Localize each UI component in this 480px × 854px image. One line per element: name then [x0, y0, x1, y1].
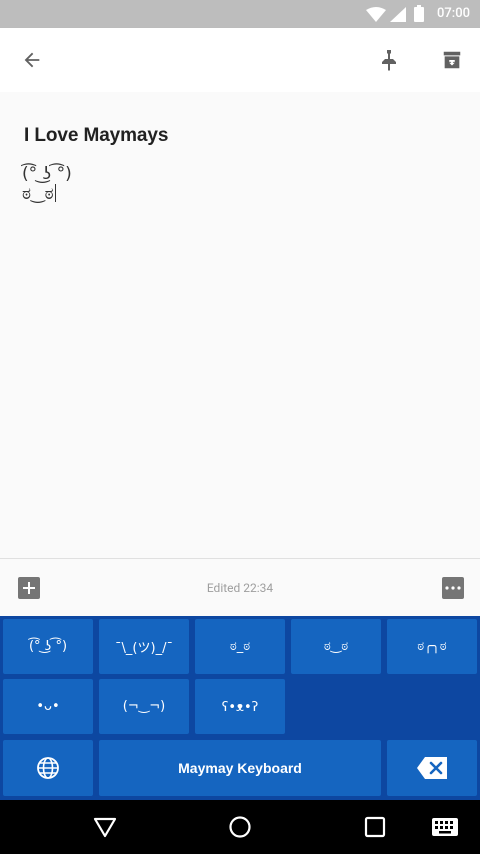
key-frown-disapproval[interactable]: ಠ╭╮ಠ — [387, 619, 477, 674]
square-recents-icon — [364, 816, 386, 838]
signal-icon — [390, 7, 406, 22]
key-smile-disapproval[interactable]: ಠ‿ಠ — [291, 619, 381, 674]
nav-home-button[interactable] — [225, 812, 255, 842]
note-body-line2: ಠ‿ಠ — [22, 184, 54, 204]
nav-recents-button[interactable] — [360, 812, 390, 842]
globe-icon — [37, 757, 59, 779]
wifi-icon — [366, 7, 386, 22]
space-key[interactable]: Maymay Keyboard — [99, 740, 381, 796]
key-shrug[interactable]: ¯\_(ツ)_/¯ — [99, 619, 189, 674]
key-disapproval[interactable]: ಠ_ಠ — [195, 619, 285, 674]
key-bear[interactable]: ʕ•ᴥ•ʔ — [195, 679, 285, 734]
note-toolbar — [0, 28, 480, 92]
edited-timestamp: Edited 22:34 — [206, 581, 274, 595]
back-button[interactable] — [14, 42, 50, 78]
triangle-back-icon — [93, 817, 117, 838]
note-title[interactable]: I Love Maymays — [24, 125, 168, 147]
archive-button[interactable] — [434, 42, 470, 78]
note-body-line1: (͡° ͜ʖ ͡°) — [22, 164, 72, 184]
battery-icon — [414, 5, 424, 22]
system-nav-bar — [0, 800, 480, 854]
clock: 07:00 — [437, 6, 470, 21]
language-key[interactable] — [3, 740, 93, 796]
pin-icon — [382, 50, 396, 71]
key-lenny[interactable]: (͡° ͜ʖ ͡°) — [3, 619, 93, 674]
backspace-icon — [417, 757, 447, 779]
arrow-back-icon — [24, 52, 40, 68]
status-bar: 07:00 — [0, 0, 480, 28]
note-bottom-bar: Edited 22:34 — [0, 558, 480, 617]
key-dot-face[interactable]: •ᴗ• — [3, 679, 93, 734]
text-cursor — [54, 184, 56, 202]
archive-icon — [443, 51, 461, 69]
more-options-button[interactable] — [442, 577, 464, 599]
keyboard-icon — [432, 818, 458, 836]
nav-back-button[interactable] — [90, 812, 120, 842]
maymay-keyboard: (͡° ͜ʖ ͡°) ¯\_(ツ)_/¯ ಠ_ಠ ಠ‿ಠ ಠ╭╮ಠ •ᴗ• (¬… — [0, 616, 480, 800]
note-content[interactable]: I Love Maymays (͡° ͜ʖ ͡°) ಠ‿ಠ — [0, 92, 480, 558]
circle-home-icon — [229, 816, 251, 838]
more-horiz-icon — [445, 586, 461, 590]
note-body[interactable]: (͡° ͜ʖ ͡°) ಠ‿ಠ — [22, 164, 72, 204]
pin-button[interactable] — [372, 42, 408, 78]
backspace-key[interactable] — [387, 740, 477, 796]
keyboard-switch-button[interactable] — [430, 812, 460, 842]
key-smirk[interactable]: (¬‿¬) — [99, 679, 189, 734]
